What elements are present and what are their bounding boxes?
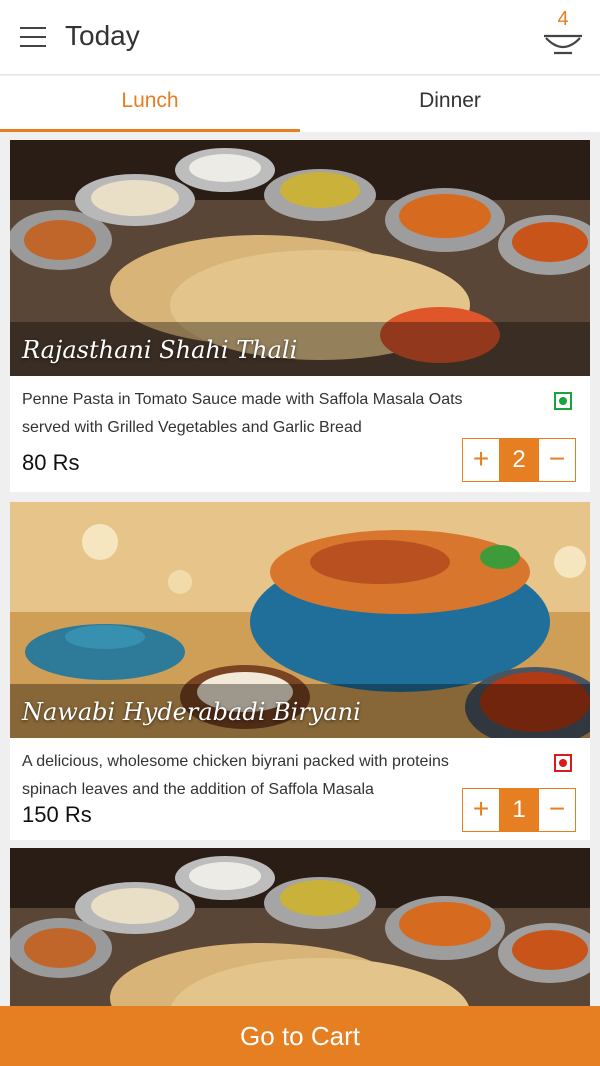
- card-details: Penne Pasta in Tomato Sauce made with Sa…: [10, 376, 590, 492]
- veg-indicator-icon: [554, 392, 572, 410]
- meal-tabs: Lunch Dinner: [0, 76, 600, 132]
- quantity-value: 2: [499, 439, 539, 481]
- decrease-button[interactable]: −: [539, 439, 575, 481]
- tab-dinner[interactable]: Dinner: [300, 76, 600, 132]
- increase-button[interactable]: +: [463, 439, 499, 481]
- cart-indicator[interactable]: 4: [540, 8, 586, 58]
- food-image-biryani: Nawabi Hyderabadi Biryani: [10, 502, 590, 738]
- quantity-stepper: + 2 −: [462, 438, 576, 482]
- quantity-stepper: + 1 −: [462, 788, 576, 832]
- food-card[interactable]: [10, 848, 590, 1006]
- hamburger-menu-icon[interactable]: [20, 25, 48, 49]
- item-description: Penne Pasta in Tomato Sauce made with Sa…: [22, 391, 463, 436]
- tab-lunch[interactable]: Lunch: [0, 76, 300, 132]
- item-price: 80 Rs: [22, 450, 80, 475]
- food-card[interactable]: Nawabi Hyderabadi Biryani A delicious, w…: [10, 502, 590, 840]
- item-name: Rajasthani Shahi Thali: [22, 336, 298, 364]
- food-image-thali: Rajasthani Shahi Thali: [10, 140, 590, 376]
- bowl-icon: [544, 34, 582, 55]
- nonveg-indicator-icon: [554, 754, 572, 772]
- food-card[interactable]: Rajasthani Shahi Thali Penne Pasta in To…: [10, 140, 590, 492]
- go-to-cart-button[interactable]: Go to Cart: [0, 1006, 600, 1066]
- quantity-value: 1: [499, 789, 539, 831]
- food-image-thali: [10, 848, 590, 1006]
- increase-button[interactable]: +: [463, 789, 499, 831]
- food-list[interactable]: Rajasthani Shahi Thali Penne Pasta in To…: [0, 132, 600, 1006]
- page-title: Today: [65, 20, 140, 51]
- cart-count-badge: 4: [557, 8, 569, 30]
- item-name: Nawabi Hyderabadi Biryani: [22, 698, 361, 726]
- app-header: Today 4: [0, 0, 600, 75]
- item-description: A delicious, wholesome chicken biyrani p…: [22, 753, 449, 798]
- decrease-button[interactable]: −: [539, 789, 575, 831]
- item-price: 150 Rs: [22, 802, 92, 827]
- card-details: A delicious, wholesome chicken biyrani p…: [10, 738, 590, 840]
